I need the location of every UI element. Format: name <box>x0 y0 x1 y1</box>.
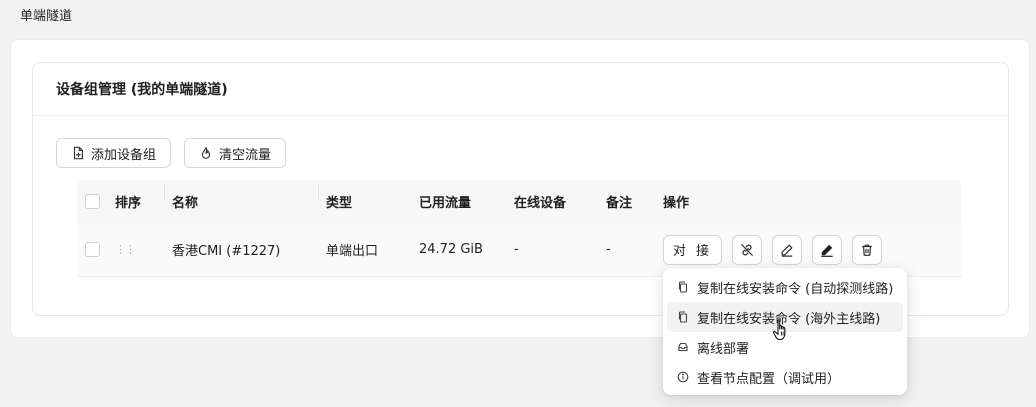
drag-handle-icon[interactable]: ⋮⋮ <box>115 243 136 256</box>
connect-button[interactable]: 对 接 <box>663 234 722 265</box>
header-online-devices: 在线设备 <box>514 196 567 211</box>
copy-icon <box>678 311 688 323</box>
header-type: 类型 <box>318 184 411 211</box>
edit-button[interactable] <box>772 234 802 265</box>
unlink-button[interactable] <box>732 234 762 265</box>
header-name: 名称 <box>164 184 318 211</box>
header-operations: 操作 <box>663 196 690 211</box>
header-note: 备注 <box>606 196 633 211</box>
edit-config-button[interactable] <box>812 234 842 265</box>
unlink-icon <box>741 243 753 256</box>
delete-button[interactable] <box>852 234 882 265</box>
add-device-group-button[interactable]: 添加设备组 <box>56 138 172 168</box>
table-header: 排序 名称 类型 已用流量 在线设备 备注 操作 <box>77 180 962 223</box>
add-device-group-label: 添加设备组 <box>91 147 157 163</box>
device-group-table: 排序 名称 类型 已用流量 在线设备 备注 操作 ⋮⋮ 香港CMI (#1227… <box>77 180 962 277</box>
card-title: 设备组管理 (我的单端隧道) <box>33 63 1008 116</box>
select-all-checkbox[interactable] <box>85 194 100 209</box>
header-used-traffic: 已用流量 <box>419 196 472 211</box>
menu-item-label: 查看节点配置（调试用） <box>697 371 841 387</box>
trash-icon <box>862 244 872 256</box>
header-sort: 排序 <box>115 196 142 211</box>
file-plus-icon <box>73 146 83 160</box>
clear-traffic-label: 清空流量 <box>219 147 272 163</box>
row-operations: 对 接 <box>655 234 955 265</box>
hand-cursor-icon <box>773 319 786 341</box>
archive-icon <box>678 342 688 352</box>
info-icon <box>677 371 689 383</box>
page-title: 单端隧道 <box>20 9 73 24</box>
pencil-icon <box>781 244 793 257</box>
row-name: 香港CMI (#1227) <box>172 244 281 259</box>
flame-icon <box>201 147 211 159</box>
menu-copy-auto-command[interactable]: 复制在线安装命令 (自动探测线路) <box>667 272 903 302</box>
row-type: 单端出口 <box>326 244 379 259</box>
menu-item-label: 离线部署 <box>697 341 750 357</box>
menu-view-node-config[interactable]: 查看节点配置（调试用） <box>667 362 903 392</box>
toolbar: 添加设备组 清空流量 <box>56 138 287 168</box>
copy-icon <box>678 281 688 293</box>
row-used-traffic: 24.72 GiB <box>419 242 483 257</box>
menu-item-label: 复制在线安装命令 (自动探测线路) <box>697 281 894 297</box>
row-online-devices: - <box>514 242 519 257</box>
row-note: - <box>606 242 611 257</box>
clear-traffic-button[interactable]: 清空流量 <box>184 138 287 168</box>
row-checkbox[interactable] <box>85 242 100 257</box>
pencil-filled-icon <box>821 244 833 257</box>
